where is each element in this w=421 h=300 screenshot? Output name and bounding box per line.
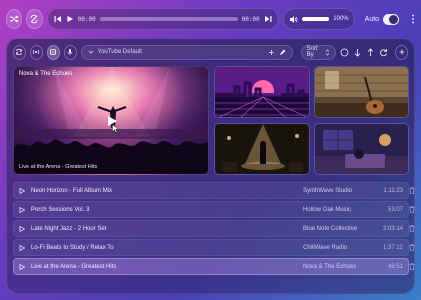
track-row[interactable]: Late Night Jazz - 2 Hour Set Blue Note C… <box>13 220 415 237</box>
featured-caption: Live at the Arena - Greatest Hits <box>19 164 98 170</box>
track-duration: 1:11:23 <box>383 187 403 194</box>
trash-icon[interactable] <box>409 206 415 213</box>
total-time: 00:00 <box>241 15 260 23</box>
next-icon[interactable] <box>264 15 272 23</box>
track-title: Neon Horizon - Full Album Mix <box>31 187 113 194</box>
top-bar: 00:00 00:00 100% Auto <box>6 6 415 32</box>
microphone-button[interactable] <box>63 44 77 60</box>
thumbnail-lofi-beats[interactable] <box>314 123 409 175</box>
shuffle-icon <box>9 14 20 24</box>
guitar-porch-image <box>315 67 408 117</box>
auto-toggle-knob <box>388 14 398 24</box>
select-all-icon[interactable] <box>340 47 349 57</box>
more-vertical-icon[interactable] <box>411 14 415 24</box>
playlist-panel: YouTube Default Sort By Nova & The Echoe… <box>6 38 415 294</box>
trash-icon[interactable] <box>409 225 415 232</box>
play-icon[interactable] <box>19 187 25 194</box>
playlist-name: YouTube Default <box>97 49 142 55</box>
seek-bar[interactable] <box>99 17 238 21</box>
playlist-icon <box>49 48 57 56</box>
sync-button[interactable] <box>13 44 26 60</box>
track-row[interactable]: Lo-Fi Beats to Study / Relax To ChillWav… <box>13 239 415 256</box>
radio-button[interactable] <box>29 44 43 60</box>
volume-slider-fill <box>301 17 330 21</box>
microphone-icon <box>66 48 74 56</box>
plus-circle-icon <box>398 48 406 56</box>
track-title: Lo-Fi Beats to Study / Relax To <box>31 244 114 251</box>
broadcast-icon <box>32 48 40 56</box>
trash-icon[interactable] <box>409 244 415 251</box>
track-row[interactable]: Porch Sessions Vol. 3 Hollow Oak Music 5… <box>13 201 415 218</box>
sync-icon <box>15 48 23 56</box>
play-icon[interactable] <box>19 244 25 251</box>
volume-percent: 100% <box>333 16 349 22</box>
repeat-off-icon <box>29 14 39 24</box>
playlist-select[interactable]: YouTube Default <box>80 44 293 60</box>
thumbnail-late-night-jazz[interactable] <box>214 123 310 175</box>
repeat-button[interactable] <box>26 9 43 29</box>
thumbnail-porch-sessions[interactable] <box>314 66 409 118</box>
current-time: 00:00 <box>77 15 96 23</box>
track-title: Live at the Arena - Greatest Hits <box>31 263 117 270</box>
shuffle-button[interactable] <box>6 9 23 29</box>
trash-icon[interactable] <box>409 263 415 270</box>
track-row[interactable]: Neon Horizon - Full Album Mix SynthWave … <box>13 182 415 199</box>
refresh-icon[interactable] <box>379 47 388 57</box>
edit-icon[interactable] <box>279 49 286 56</box>
thumbnail-neon-horizon[interactable] <box>214 66 310 118</box>
track-row-active[interactable]: Live at the Arena - Greatest Hits Nova &… <box>13 258 415 275</box>
track-artist: ChillWave Radio <box>303 244 348 251</box>
track-list: Neon Horizon - Full Album Mix SynthWave … <box>13 182 415 277</box>
lofi-room-image <box>315 124 408 174</box>
featured-title: Nova & The Echoes <box>19 71 73 77</box>
track-duration: 53:07 <box>387 206 403 213</box>
track-artist: Hollow Oak Music <box>303 206 352 213</box>
track-artist: Blue Note Collective <box>303 225 358 232</box>
volume-slider[interactable] <box>301 17 330 21</box>
add-video-button[interactable] <box>395 44 409 60</box>
chevron-down-icon <box>88 49 94 55</box>
sort-arrows-icon <box>325 49 330 56</box>
play-icon[interactable] <box>19 206 25 213</box>
add-icon[interactable] <box>268 49 275 56</box>
arrow-up-icon[interactable] <box>366 47 375 57</box>
synthwave-image <box>215 67 309 117</box>
volume-control: 100% <box>282 8 355 30</box>
track-title: Porch Sessions Vol. 3 <box>31 206 90 213</box>
previous-icon[interactable] <box>54 15 62 23</box>
play-icon[interactable] <box>19 225 25 232</box>
featured-video[interactable]: Nova & The Echoes Live at the Arena - Gr… <box>13 66 209 175</box>
player-controls: 00:00 00:00 <box>46 8 279 30</box>
auto-label: Auto <box>364 15 380 23</box>
sort-label: Sort By <box>306 46 318 58</box>
play-icon[interactable] <box>66 15 74 23</box>
library-button[interactable] <box>46 44 60 60</box>
jazz-stage-image <box>215 124 309 174</box>
track-artist: Nova & The Echoes <box>303 263 357 270</box>
track-duration: 48:51 <box>387 263 403 270</box>
track-title: Late Night Jazz - 2 Hour Set <box>31 225 107 232</box>
panel-toolbar: YouTube Default Sort By <box>13 44 409 60</box>
track-duration: 2:03:14 <box>382 225 403 232</box>
auto-toggle[interactable] <box>383 13 399 25</box>
play-icon[interactable] <box>19 263 25 270</box>
track-duration: 1:37:12 <box>382 244 403 251</box>
arrow-down-icon[interactable] <box>353 47 362 57</box>
volume-icon[interactable] <box>289 15 298 24</box>
sort-select[interactable]: Sort By <box>300 44 337 60</box>
trash-icon[interactable] <box>409 187 415 194</box>
track-artist: SynthWave Studio <box>303 187 353 194</box>
cursor-icon <box>112 124 119 133</box>
